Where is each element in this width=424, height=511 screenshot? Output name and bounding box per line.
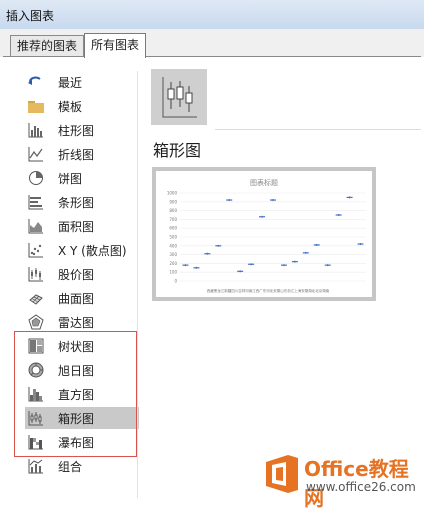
preview-chart-title: 图表标题 — [250, 178, 278, 187]
window-title: 插入图表 — [6, 9, 55, 23]
separator-line — [215, 129, 421, 130]
dialog-content: 最近 模板 柱形图 折线图 饼图 条形图 面积图 X Y (散点图) 股价图 曲… — [3, 56, 424, 510]
sidebar-item-pie[interactable]: 饼图 — [25, 167, 139, 189]
highlight-box — [14, 331, 137, 457]
scatter-chart-icon — [27, 241, 45, 259]
sidebar-item-label: 股价图 — [58, 267, 95, 282]
sidebar-item-area[interactable]: 面积图 — [25, 215, 139, 237]
sidebar-item-label: 最近 — [58, 75, 83, 90]
sidebar-item-line[interactable]: 折线图 — [25, 143, 139, 165]
column-chart-icon — [27, 121, 45, 139]
sidebar-item-label: X Y (散点图) — [58, 243, 127, 258]
chart-subtype-box-whisker[interactable] — [151, 69, 207, 125]
sidebar-item-label: 条形图 — [58, 195, 95, 210]
tab-strip: 推荐的图表 所有图表 — [0, 29, 424, 58]
chart-preview[interactable]: 图表标题 西藏黑龙江新疆四川吉林河南江西广东河北安徽山东浙江上海安徽湖北北京湖南… — [152, 167, 376, 301]
sidebar-item-stock[interactable]: 股价图 — [25, 263, 139, 285]
tab-recommended-charts[interactable]: 推荐的图表 — [10, 35, 85, 57]
watermark-logo: Office教程网 www.office26.com — [260, 451, 424, 510]
chart-preview-canvas: 图表标题 西藏黑龙江新疆四川吉林河南江西广东河北安徽山东浙江上海安徽湖北北京湖南… — [156, 171, 372, 297]
preview-y-tick: 200 — [169, 261, 177, 266]
office-logo-icon — [266, 455, 298, 493]
sidebar-item-label: 柱形图 — [58, 123, 95, 138]
sidebar-item-combo[interactable]: 组合 — [25, 455, 139, 477]
sidebar-item-label: 面积图 — [58, 219, 95, 234]
tab-all-charts[interactable]: 所有图表 — [84, 33, 147, 58]
sidebar-item-label: 曲面图 — [58, 291, 95, 306]
sidebar-item-label: 组合 — [58, 459, 83, 474]
preview-y-tick: 500 — [169, 235, 177, 240]
recent-icon — [27, 73, 45, 91]
preview-y-tick: 600 — [169, 226, 177, 231]
sidebar-item-surface[interactable]: 曲面图 — [25, 287, 139, 309]
sidebar-item-label: 折线图 — [58, 147, 95, 162]
pie-chart-icon — [27, 169, 45, 187]
bar-chart-icon — [27, 193, 45, 211]
box-whisker-preview-chart: 图表标题 西藏黑龙江新疆四川吉林河南江西广东河北安徽山东浙江上海安徽湖北北京湖南… — [167, 178, 366, 293]
sidebar-item-templates[interactable]: 模板 — [25, 95, 139, 117]
title-bar: 插入图表 — [0, 0, 424, 30]
sidebar-item-column[interactable]: 柱形图 — [25, 119, 139, 141]
radar-chart-icon — [27, 313, 45, 331]
preview-y-tick: 800 — [169, 208, 177, 213]
preview-y-tick: 1000 — [167, 191, 178, 196]
preview-y-tick: 400 — [169, 243, 177, 248]
line-chart-icon — [27, 145, 45, 163]
sidebar-item-bar[interactable]: 条形图 — [25, 191, 139, 213]
preview-x-caption: 西藏黑龙江新疆四川吉林河南江西广东河北安徽山东浙江上海安徽湖北北京湖南 — [207, 288, 330, 293]
sidebar-item-label: 雷达图 — [58, 315, 95, 330]
preview-y-tick: 900 — [169, 199, 177, 204]
sidebar-item-radar[interactable]: 雷达图 — [25, 311, 139, 333]
combo-chart-icon — [27, 457, 45, 475]
surface-chart-icon — [27, 289, 45, 307]
watermark-url: www.office26.com — [306, 480, 416, 494]
preview-y-tick: 300 — [169, 252, 177, 257]
sidebar-item-label: 饼图 — [58, 171, 83, 186]
sidebar-item-label: 模板 — [58, 99, 83, 114]
stock-chart-icon — [27, 265, 45, 283]
panel-divider — [137, 71, 138, 498]
folder-icon — [27, 97, 45, 115]
preview-y-tick: 700 — [169, 217, 177, 222]
preview-y-tick: 100 — [169, 270, 177, 275]
chart-type-heading: 箱形图 — [153, 141, 202, 160]
area-chart-icon — [27, 217, 45, 235]
box-whisker-thumbnail-icon — [162, 77, 197, 118]
preview-y-tick: 0 — [174, 279, 177, 284]
sidebar-item-recent[interactable]: 最近 — [25, 71, 139, 93]
sidebar-item-scatter[interactable]: X Y (散点图) — [25, 239, 139, 261]
